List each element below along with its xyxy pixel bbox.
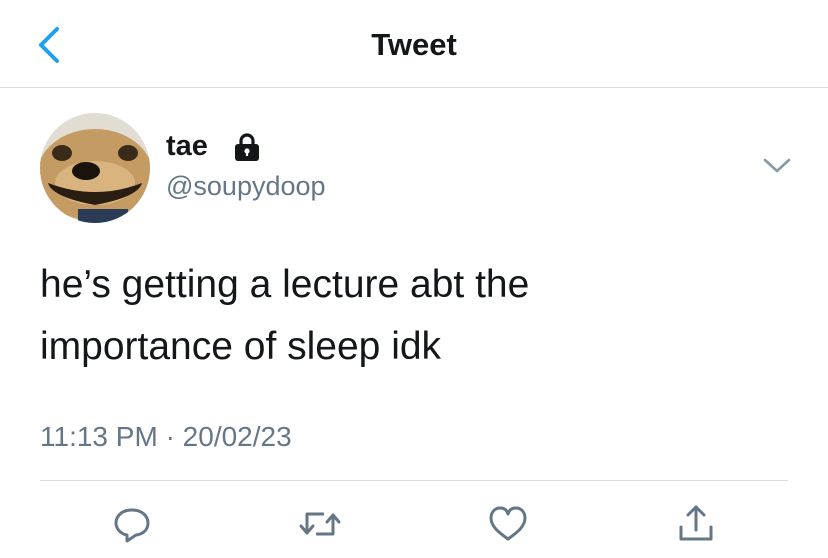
meta-separator: · [165, 421, 175, 452]
avatar-image [40, 113, 150, 223]
reply-button[interactable] [110, 502, 154, 546]
tweet-text: he’s getting a lecture abt the importanc… [40, 254, 800, 378]
avatar[interactable] [40, 113, 150, 223]
tweet-text-line: he’s getting a lecture abt the [40, 263, 530, 306]
lock-icon [235, 133, 259, 161]
tweet-time: 11:13 PM [40, 421, 158, 452]
heart-icon [489, 506, 527, 541]
divider [40, 480, 788, 481]
chevron-down-icon [763, 158, 791, 173]
author-display-name[interactable]: tae [166, 128, 208, 164]
tweet-date: 20/02/23 [182, 421, 292, 452]
share-icon [679, 505, 713, 541]
share-button[interactable] [674, 502, 718, 546]
page-title: Tweet [371, 27, 457, 62]
retweet-button[interactable] [298, 502, 342, 546]
retweet-icon [299, 512, 341, 536]
tweet-timestamp[interactable]: 11:13 PM · 20/02/23 [40, 419, 292, 455]
header-bar: Tweet [0, 0, 828, 88]
reply-icon [114, 508, 150, 543]
like-button[interactable] [486, 502, 530, 546]
tweet-text-line: importance of sleep idk [40, 325, 442, 368]
author-handle[interactable]: @soupydoop [166, 169, 326, 203]
more-options-button[interactable] [760, 152, 794, 178]
